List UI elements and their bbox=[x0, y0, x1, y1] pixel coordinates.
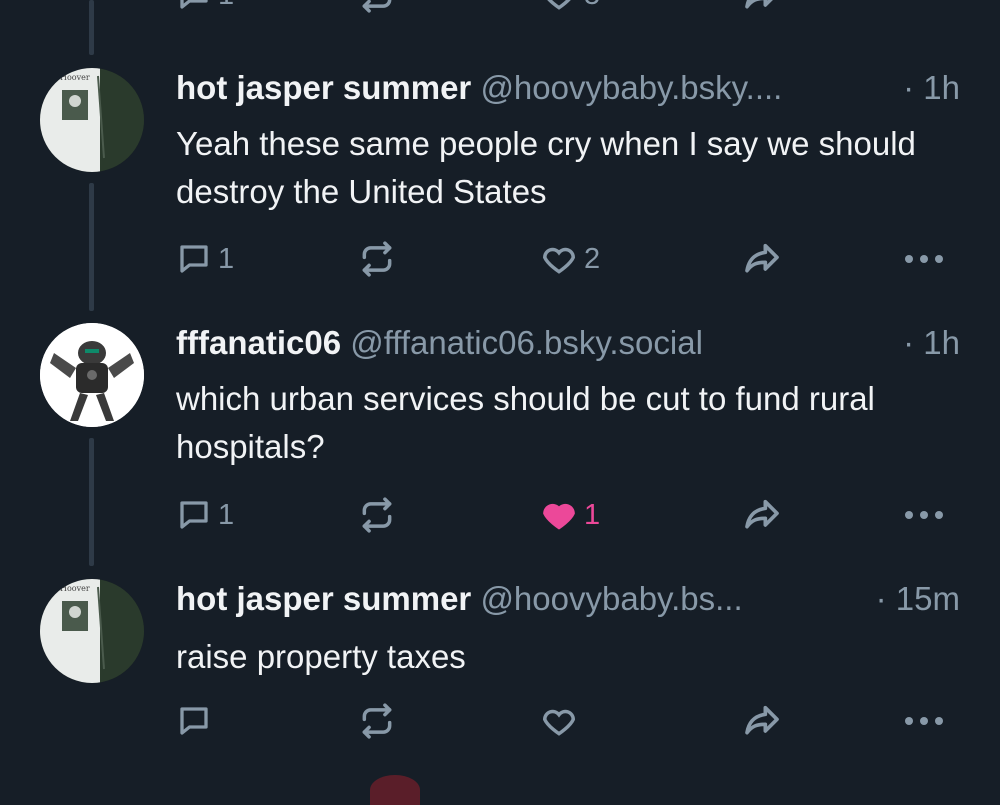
share-icon bbox=[745, 705, 779, 735]
like-button[interactable]: 2 bbox=[540, 234, 600, 284]
avatar[interactable]: Hoover bbox=[40, 68, 144, 172]
reply-count: 1 bbox=[218, 0, 234, 12]
post-header: fffanatic06 @fffanatic06.bsky.social · 1… bbox=[176, 323, 960, 363]
repost-icon bbox=[362, 703, 392, 739]
more-button[interactable] bbox=[904, 234, 944, 284]
handle[interactable]: @hoovybaby.bsky.... bbox=[480, 69, 782, 106]
repost-icon bbox=[362, 497, 392, 533]
heart-filled-icon bbox=[543, 503, 575, 530]
reply-icon bbox=[180, 245, 208, 273]
timestamp: · 1h bbox=[903, 324, 960, 361]
like-count: 5 bbox=[584, 0, 600, 12]
more-button[interactable] bbox=[904, 490, 944, 540]
repost-button[interactable] bbox=[358, 696, 396, 746]
like-count: 2 bbox=[584, 242, 601, 275]
repost-button[interactable] bbox=[358, 234, 396, 284]
heart-icon bbox=[547, 0, 571, 10]
post-header: hot jasper summer @hoovybaby.bs... · 15m bbox=[176, 579, 960, 619]
svg-text:Hoover: Hoover bbox=[60, 584, 90, 593]
action-bar: 1 1 bbox=[0, 490, 1000, 540]
reply-button[interactable]: 1 bbox=[176, 234, 234, 284]
repost-icon bbox=[362, 241, 392, 277]
share-icon bbox=[745, 499, 779, 529]
action-bar: 1 2 bbox=[0, 234, 1000, 284]
share-button[interactable] bbox=[742, 490, 782, 540]
post-text: raise property taxes bbox=[176, 638, 466, 675]
bottom-partial-element bbox=[370, 775, 420, 805]
reply-icon bbox=[180, 501, 208, 529]
timestamp: · 1h bbox=[903, 69, 960, 106]
avatar[interactable]: Hoover bbox=[40, 579, 144, 683]
like-button[interactable]: 1 bbox=[540, 490, 600, 540]
reply-button[interactable]: 1 bbox=[176, 490, 234, 540]
like-count: 1 bbox=[584, 498, 601, 531]
share-button[interactable] bbox=[742, 234, 782, 284]
timestamp: · 15m bbox=[875, 580, 960, 617]
top-repost-button[interactable] bbox=[358, 0, 396, 20]
handle[interactable]: @hoovybaby.bs... bbox=[480, 580, 742, 617]
album-cover-avatar: Hoover bbox=[40, 579, 144, 683]
repost-button[interactable] bbox=[358, 490, 396, 540]
like-button[interactable] bbox=[540, 696, 584, 746]
more-icon bbox=[905, 255, 943, 263]
top-share-button[interactable] bbox=[742, 0, 782, 20]
more-icon bbox=[905, 717, 943, 725]
display-name[interactable]: hot jasper summer bbox=[176, 580, 471, 617]
display-name[interactable]: fffanatic06 bbox=[176, 324, 341, 361]
reply-icon bbox=[180, 707, 208, 735]
reply-count: 1 bbox=[218, 242, 235, 275]
robot-avatar bbox=[40, 323, 144, 427]
album-cover-avatar: Hoover bbox=[40, 68, 144, 172]
reply-button[interactable] bbox=[176, 696, 218, 746]
top-like-button[interactable]: 5 bbox=[540, 0, 600, 20]
handle[interactable]: @fffanatic06.bsky.social bbox=[350, 324, 703, 361]
heart-icon bbox=[543, 247, 575, 274]
post-text: Yeah these same people cry when I say we… bbox=[176, 125, 916, 210]
more-icon bbox=[905, 511, 943, 519]
post-header: hot jasper summer @hoovybaby.bsky.... · … bbox=[176, 68, 960, 108]
display-name[interactable]: hot jasper summer bbox=[176, 69, 471, 106]
reply-icon bbox=[180, 0, 208, 9]
post-text: which urban services should be cut to fu… bbox=[176, 380, 875, 465]
share-icon bbox=[745, 243, 779, 273]
top-more-button[interactable] bbox=[904, 0, 944, 20]
action-bar bbox=[0, 696, 1000, 746]
avatar[interactable] bbox=[40, 323, 144, 427]
repost-icon bbox=[362, 0, 392, 13]
top-reply-button[interactable]: 1 bbox=[176, 0, 234, 20]
svg-text:Hoover: Hoover bbox=[60, 73, 90, 82]
top-action-bar: 1 5 bbox=[0, 0, 1000, 20]
heart-icon bbox=[543, 709, 575, 736]
more-button[interactable] bbox=[904, 696, 944, 746]
reply-count: 1 bbox=[218, 498, 235, 531]
share-icon bbox=[745, 0, 773, 9]
share-button[interactable] bbox=[742, 696, 782, 746]
